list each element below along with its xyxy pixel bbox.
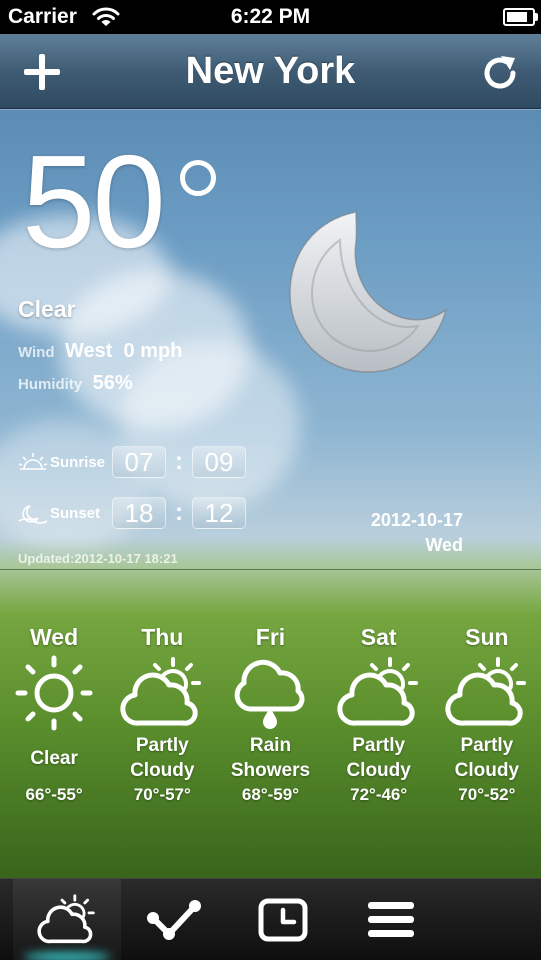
forecast-condition: Clear [30, 747, 78, 769]
forecast-day[interactable]: Thu Partly Cloudy 70°-57° [108, 624, 216, 805]
tab-clock[interactable] [229, 879, 337, 960]
sunset-row: Sunset 18 : 12 [18, 497, 246, 529]
forecast-condition: Partly Cloudy [346, 735, 411, 781]
forecast-day-name: Sun [465, 624, 509, 650]
forecast-range: 70°-57° [133, 785, 191, 804]
battery-icon [503, 8, 538, 26]
partly-cloudy-icon [120, 657, 202, 726]
divider [0, 569, 541, 570]
forecast-day[interactable]: Fri Rain Showers 68°-59° [216, 624, 324, 805]
sunrise-icon [18, 453, 48, 470]
sunrise-hour: 07 [112, 446, 166, 478]
clock-icon [258, 898, 308, 942]
forecast-range: 72°-46° [350, 785, 408, 804]
forecast-range: 66°-55° [25, 785, 83, 804]
sunset-minute: 12 [192, 497, 246, 529]
sunrise-label: Sunrise [50, 453, 106, 471]
rain-icon [235, 659, 305, 729]
wind-value: West 0 mph [64, 340, 183, 362]
humidity-row: Humidity 56% [18, 372, 133, 395]
current-temperature: 50 [22, 128, 166, 275]
forecast-day[interactable]: Wed Clear 66°-55° [0, 624, 108, 805]
menu-icon [368, 902, 414, 937]
forecast-condition: Rain Showers [230, 735, 311, 781]
sunrise-row: Sunrise 07 : 09 [18, 446, 246, 478]
wind-label: Wind [18, 344, 55, 361]
city-title: New York [185, 50, 356, 92]
degree-symbol [180, 160, 216, 196]
chart-icon [147, 900, 201, 940]
updated-timestamp: Updated:2012-10-17 18:21 [18, 551, 178, 566]
partly-cloudy-icon [337, 657, 418, 726]
forecast-day-name: Wed [30, 624, 79, 650]
sunset-label: Sunset [50, 504, 101, 522]
forecast-day-name: Fri [255, 624, 286, 650]
weather-icon [37, 894, 95, 944]
moon-icon [289, 211, 448, 373]
forecast-range: 68°-59° [241, 785, 299, 804]
current-condition: Clear [18, 296, 76, 322]
forecast-list: Wed Clear 66°-55° Thu Partly Cloudy 70°-… [0, 624, 541, 805]
status-bar: Carrier 6:22 PM [0, 0, 541, 34]
forecast-day-name: Sat [360, 624, 397, 650]
humidity-value: 56% [92, 372, 133, 394]
refresh-icon[interactable] [479, 52, 521, 94]
sunrise-colon: : [175, 448, 183, 475]
sunset-icon [18, 505, 48, 524]
humidity-label: Humidity [18, 376, 83, 393]
forecast-condition: Partly Cloudy [454, 735, 520, 781]
partly-cloudy-icon [445, 657, 526, 726]
forecast-condition: Partly Cloudy [130, 735, 195, 781]
tab-chart[interactable] [121, 879, 229, 960]
tab-weather[interactable] [13, 879, 121, 960]
forecast-day-name: Thu [141, 624, 184, 650]
sunset-hour: 18 [112, 497, 166, 529]
tab-menu[interactable] [337, 879, 445, 960]
battery-level [507, 12, 528, 22]
current-date: 2012-10-17 [370, 510, 463, 530]
forecast-day[interactable]: Sat Partly Cloudy 72°-46° [325, 624, 433, 805]
sun-icon [15, 655, 93, 731]
nav-bar: New York [0, 34, 541, 109]
weather-screen: Carrier 6:22 PM New York 50 Clear Wind W… [0, 0, 541, 960]
status-time: 6:22 PM [230, 5, 311, 28]
sunrise-minute: 09 [192, 446, 246, 478]
tab-bar [0, 878, 541, 960]
wind-row: Wind West 0 mph [18, 340, 182, 363]
forecast-day[interactable]: Sun Partly Cloudy 70°-52° [433, 624, 541, 805]
sunset-colon: : [175, 499, 183, 526]
current-weekday: Wed [425, 535, 463, 555]
forecast-range: 70°-52° [458, 785, 516, 804]
